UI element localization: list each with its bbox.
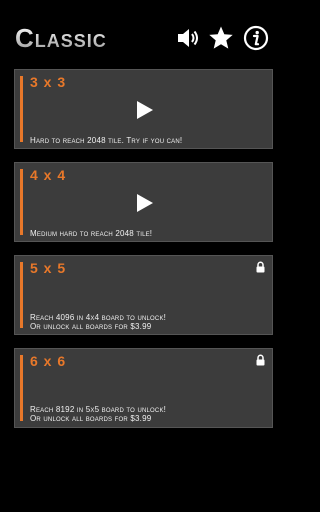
board-description: Medium hard to reach 2048 tile!: [30, 229, 153, 238]
play-icon[interactable]: [135, 193, 155, 213]
board-card-5x5[interactable]: 5 x 5 Reach 4096 in 4x4 board to unlock!…: [14, 255, 273, 335]
accent-bar: [20, 355, 23, 421]
board-card-4x4[interactable]: 4 x 4 Medium hard to reach 2048 tile!: [14, 162, 273, 242]
lock-icon: [255, 353, 266, 366]
accent-bar: [20, 169, 23, 235]
accent-bar: [20, 262, 23, 328]
star-icon[interactable]: [208, 25, 234, 51]
unlock-purchase-text: Or unlock all boards for $3.99: [30, 414, 152, 423]
board-size-label: 5 x 5: [30, 260, 67, 276]
lock-icon: [255, 260, 266, 273]
accent-bar: [20, 76, 23, 142]
header: Classic: [0, 0, 288, 70]
board-card-3x3[interactable]: 3 x 3 Hard to reach 2048 tile. Try if yo…: [14, 69, 273, 149]
board-size-label: 6 x 6: [30, 353, 67, 369]
play-icon[interactable]: [135, 100, 155, 120]
board-size-label: 4 x 4: [30, 167, 67, 183]
board-card-6x6[interactable]: 6 x 6 Reach 8192 in 5x5 board to unlock!…: [14, 348, 273, 428]
unlock-purchase-text: Or unlock all boards for $3.99: [30, 322, 152, 331]
page-title: Classic: [15, 23, 107, 53]
board-size-label: 3 x 3: [30, 74, 67, 90]
board-description: Hard to reach 2048 tile. Try if you can!: [30, 136, 183, 145]
speaker-icon[interactable]: [175, 25, 201, 51]
info-icon[interactable]: [243, 25, 269, 51]
